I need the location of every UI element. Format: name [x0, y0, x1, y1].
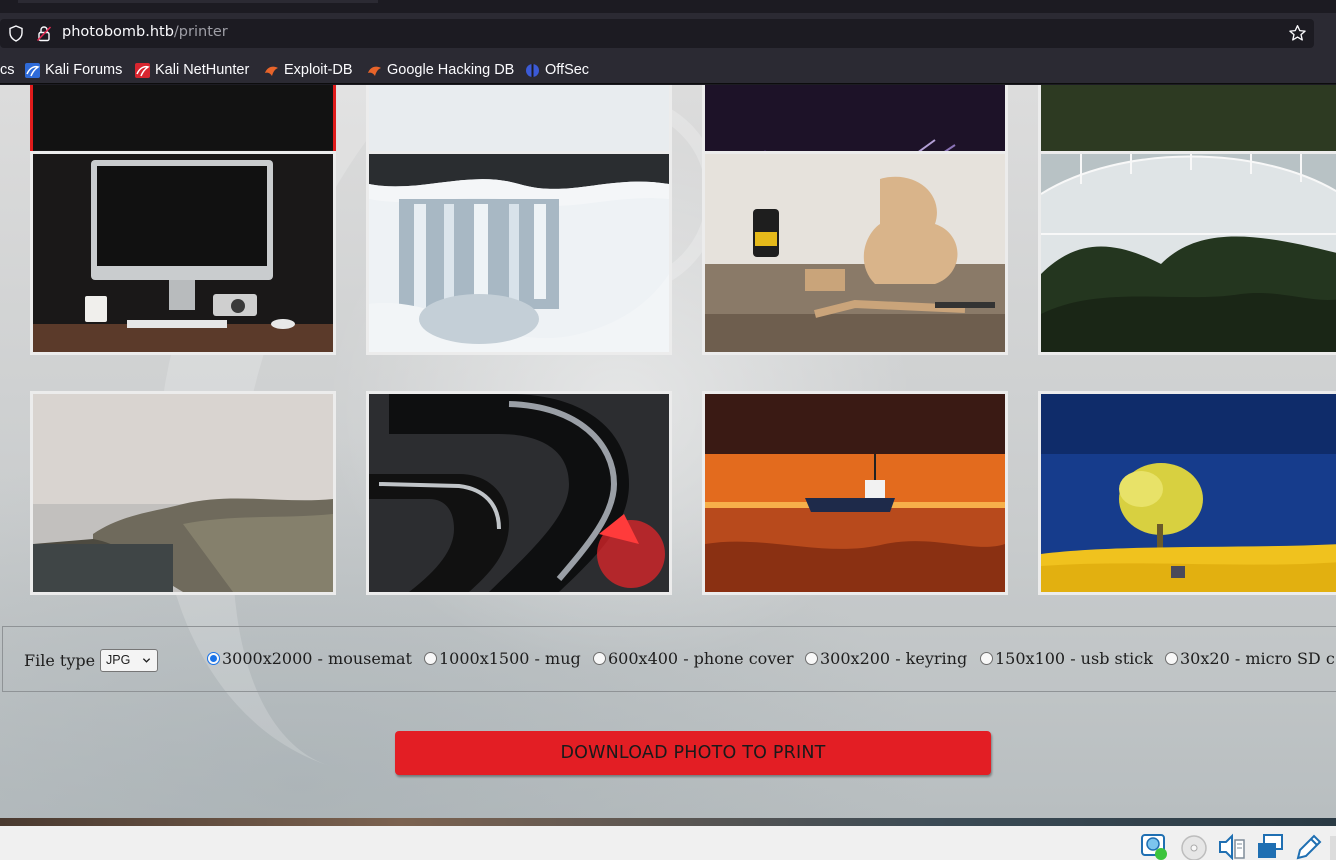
bookmark-label: Kali NetHunter: [155, 62, 250, 78]
size-option-mug[interactable]: 1000x1500 - mug: [424, 649, 581, 668]
bookmark-cs[interactable]: cs: [0, 60, 15, 80]
size-option-label: 300x200 - keyring: [820, 649, 968, 668]
size-radio[interactable]: [593, 652, 606, 665]
bookmark-kali-nethunter[interactable]: Kali NetHunter: [135, 60, 249, 80]
photo-thumbnail[interactable]: [366, 151, 672, 355]
file-type-value: JPG: [106, 653, 131, 667]
status-bar-overflow: [1330, 836, 1336, 860]
address-bar[interactable]: photobomb.htb/printer: [0, 19, 1314, 48]
bookmark-star-icon[interactable]: [1288, 24, 1307, 43]
bookmark-exploit-db[interactable]: Exploit-DB: [264, 60, 353, 80]
usb-pen-icon[interactable]: [1294, 832, 1322, 860]
ghdb-icon: [368, 66, 381, 76]
size-radio[interactable]: [424, 652, 437, 665]
size-option-label: 1000x1500 - mug: [439, 649, 581, 668]
size-option-label: 150x100 - usb stick: [995, 649, 1153, 668]
offsec-icon: [526, 63, 539, 77]
photo-thumbnail[interactable]: [702, 391, 1008, 595]
bookmark-label: Exploit-DB: [284, 62, 353, 78]
bookmark-google-hacking-db[interactable]: Google Hacking DB: [367, 60, 514, 80]
tab-strip: [0, 0, 1336, 13]
bookmark-label: Kali Forums: [45, 62, 123, 78]
size-radio[interactable]: [1165, 652, 1178, 665]
size-radio[interactable]: [805, 652, 818, 665]
page-footer-strip: [0, 818, 1336, 826]
photo-thumbnail[interactable]: [1038, 391, 1336, 595]
download-photo-button[interactable]: DOWNLOAD PHOTO TO PRINT: [395, 731, 991, 775]
bookmark-label: cs: [0, 62, 15, 78]
vm-status-bar: [0, 826, 1336, 860]
size-option-keyring[interactable]: 300x200 - keyring: [805, 649, 967, 668]
url-path: /printer: [173, 24, 228, 40]
size-option-micro-sd[interactable]: 30x20 - micro SD c: [1165, 649, 1335, 668]
size-option-mousemat[interactable]: 3000x2000 - mousemat: [207, 649, 412, 668]
exploitdb-icon: [265, 66, 278, 76]
photo-thumbnail[interactable]: [30, 151, 336, 355]
size-option-phone-cover[interactable]: 600x400 - phone cover: [593, 649, 793, 668]
kali-dragon-icon: [25, 62, 40, 78]
photo-thumbnail[interactable]: [30, 391, 336, 595]
file-type-select[interactable]: JPG: [100, 649, 158, 672]
size-option-label: 3000x2000 - mousemat: [222, 649, 412, 668]
url-text[interactable]: photobomb.htb/printer: [62, 24, 228, 40]
navigation-toolbar: photobomb.htb/printer: [0, 13, 1336, 56]
network-icon[interactable]: [1140, 832, 1168, 860]
bookmark-label: Google Hacking DB: [387, 62, 515, 78]
size-option-label: 600x400 - phone cover: [608, 649, 794, 668]
active-tab-edge[interactable]: [18, 0, 378, 3]
audio-icon[interactable]: [1218, 832, 1246, 860]
url-host: photobomb.htb: [62, 24, 174, 40]
nethunter-icon: [135, 62, 150, 78]
bookmark-label: OffSec: [545, 62, 590, 78]
bookmark-kali-forums[interactable]: Kali Forums: [25, 60, 122, 80]
size-option-usb-stick[interactable]: 150x100 - usb stick: [980, 649, 1153, 668]
photo-thumbnail[interactable]: [366, 391, 672, 595]
bookmark-offsec[interactable]: OffSec: [525, 60, 589, 80]
size-option-label: 30x20 - micro SD c: [1180, 649, 1335, 668]
shared-display-icon[interactable]: [1256, 832, 1284, 860]
size-radio[interactable]: [980, 652, 993, 665]
chevron-down-icon: [142, 658, 151, 663]
photo-thumbnail[interactable]: [1038, 151, 1336, 355]
optical-disc-icon[interactable]: [1180, 832, 1208, 860]
file-type-label: File type: [24, 651, 96, 670]
insecure-lock-icon[interactable]: [36, 25, 52, 42]
printer-page: File type JPG 3000x2000 - mousemat 1000x…: [0, 85, 1336, 818]
size-radio[interactable]: [207, 652, 220, 665]
print-options-bar: File type JPG 3000x2000 - mousemat 1000x…: [2, 626, 1336, 692]
bookmarks-toolbar: cs Kali Forums Kali NetHunter Exploit-DB…: [0, 56, 1336, 84]
photo-thumbnail[interactable]: [702, 151, 1008, 355]
tracking-protection-shield-icon[interactable]: [8, 25, 24, 42]
